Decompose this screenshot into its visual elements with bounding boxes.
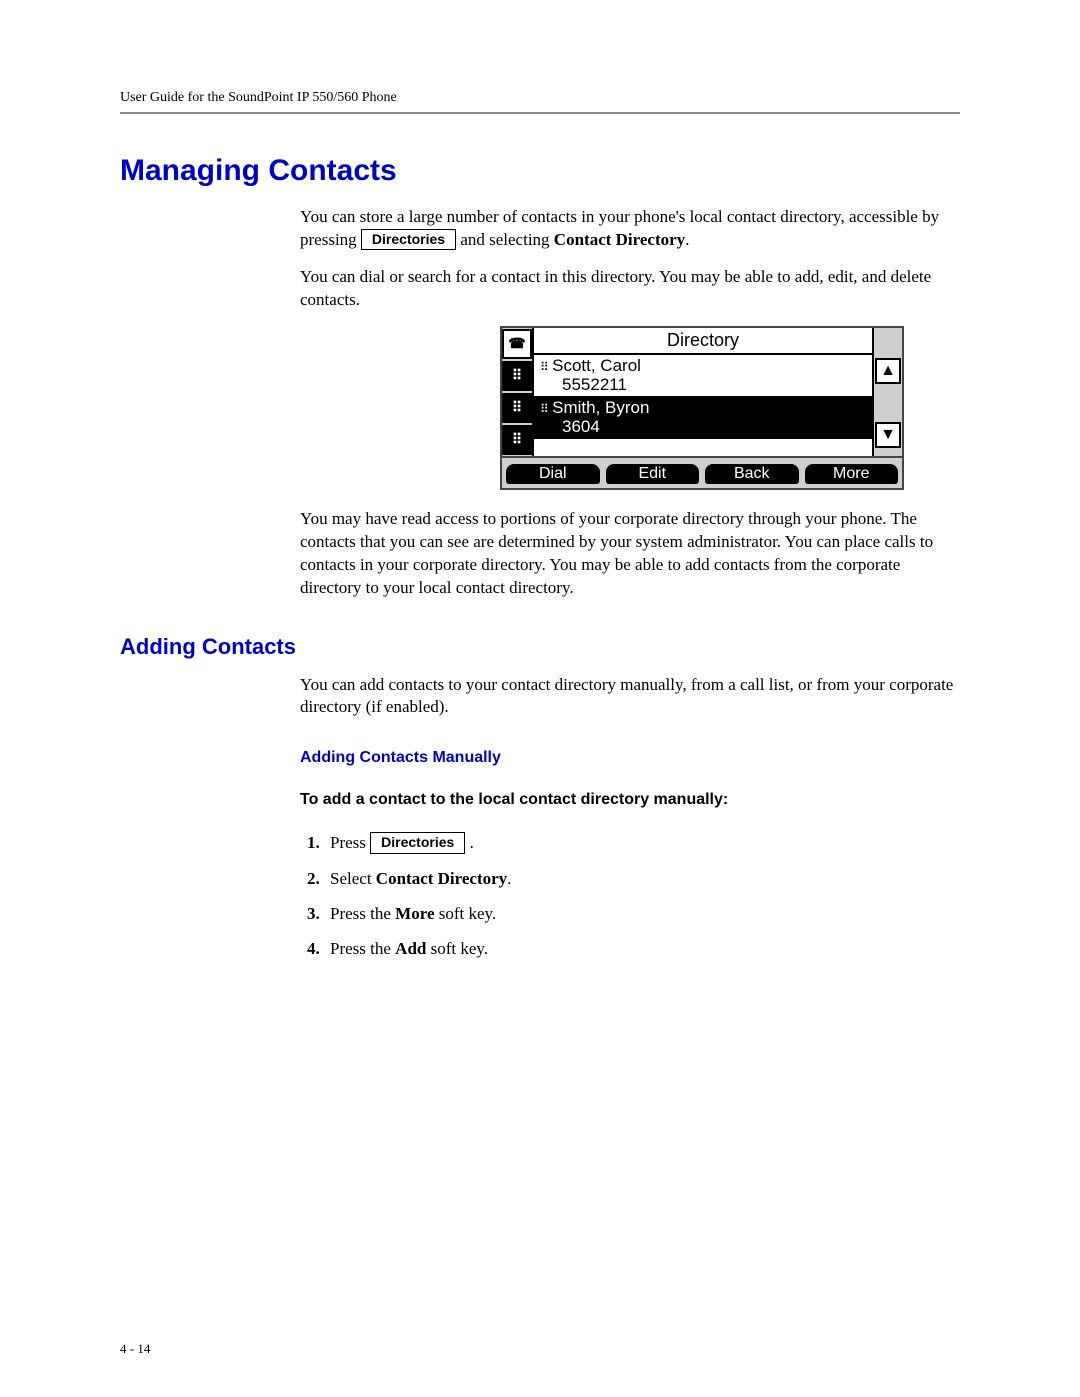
text-bold: Contact Directory: [376, 869, 507, 888]
paragraph-dial-search: You can dial or search for a contact in …: [300, 266, 960, 312]
contact-row-selected: Smith, Byron 3604: [534, 397, 872, 439]
directories-key-icon: Directories: [361, 229, 456, 250]
line-icon: ⠿: [502, 361, 532, 391]
contact-number: 5552211: [540, 375, 866, 395]
text: soft key.: [435, 904, 497, 923]
contact-name: Scott, Carol: [540, 356, 866, 376]
steps-list: Press Directories . Select Contact Direc…: [300, 829, 960, 962]
arrow-up-icon: ▲: [875, 358, 901, 384]
text: Press: [330, 833, 370, 852]
body-section-1: You can store a large number of contacts…: [300, 206, 960, 600]
heading-adding-contacts: Adding Contacts: [120, 634, 960, 660]
paragraph-corporate-dir: You may have read access to portions of …: [300, 508, 960, 600]
contact-row: Scott, Carol 5552211: [534, 355, 872, 397]
heading-adding-manually: Adding Contacts Manually: [300, 749, 960, 767]
text: Press the: [330, 939, 395, 958]
text-bold: Contact Directory: [554, 230, 685, 249]
text: .: [685, 230, 689, 249]
contact-name: Smith, Byron: [540, 398, 866, 418]
heading-managing-contacts: Managing Contacts: [120, 154, 960, 188]
text-bold: Add: [395, 939, 426, 958]
step-3: Press the More soft key.: [324, 900, 960, 927]
arrow-down-icon: ▼: [875, 422, 901, 448]
screen-scroll-arrows: ▲ ▼: [874, 328, 902, 456]
text: and selecting: [460, 230, 553, 249]
softkey-row: Dial Edit Back More: [502, 456, 902, 488]
instruction-heading: To add a contact to the local contact di…: [300, 791, 960, 809]
softkey-back: Back: [705, 464, 799, 484]
phone-screen-illustration: ☎ ⠿ ⠿ ⠿ Directory Scott, Carol 5552211 S…: [500, 326, 904, 490]
screen-title: Directory: [534, 328, 872, 355]
page-number: 4 - 14: [120, 1341, 150, 1357]
screen-left-icons: ☎ ⠿ ⠿ ⠿: [502, 328, 532, 456]
handset-icon: ☎: [502, 329, 532, 359]
text: soft key.: [426, 939, 488, 958]
text: .: [470, 833, 474, 852]
softkey-more: More: [805, 464, 899, 484]
step-2: Select Contact Directory.: [324, 865, 960, 892]
body-section-2: You can add contacts to your contact dir…: [300, 674, 960, 963]
line-icon: ⠿: [502, 393, 532, 423]
text-bold: More: [395, 904, 434, 923]
paragraph-intro: You can store a large number of contacts…: [300, 206, 960, 252]
softkey-edit: Edit: [606, 464, 700, 484]
paragraph-add-intro: You can add contacts to your contact dir…: [300, 674, 960, 720]
page-header: User Guide for the SoundPoint IP 550/560…: [120, 90, 960, 114]
softkey-dial: Dial: [506, 464, 600, 484]
document-page: User Guide for the SoundPoint IP 550/560…: [0, 0, 1080, 1397]
contact-number: 3604: [540, 417, 866, 437]
directories-key-icon: Directories: [370, 832, 465, 853]
line-icon: ⠿: [502, 425, 532, 455]
step-4: Press the Add soft key.: [324, 935, 960, 962]
step-1: Press Directories .: [324, 829, 960, 856]
text: Select: [330, 869, 376, 888]
text: Press the: [330, 904, 395, 923]
text: .: [507, 869, 511, 888]
